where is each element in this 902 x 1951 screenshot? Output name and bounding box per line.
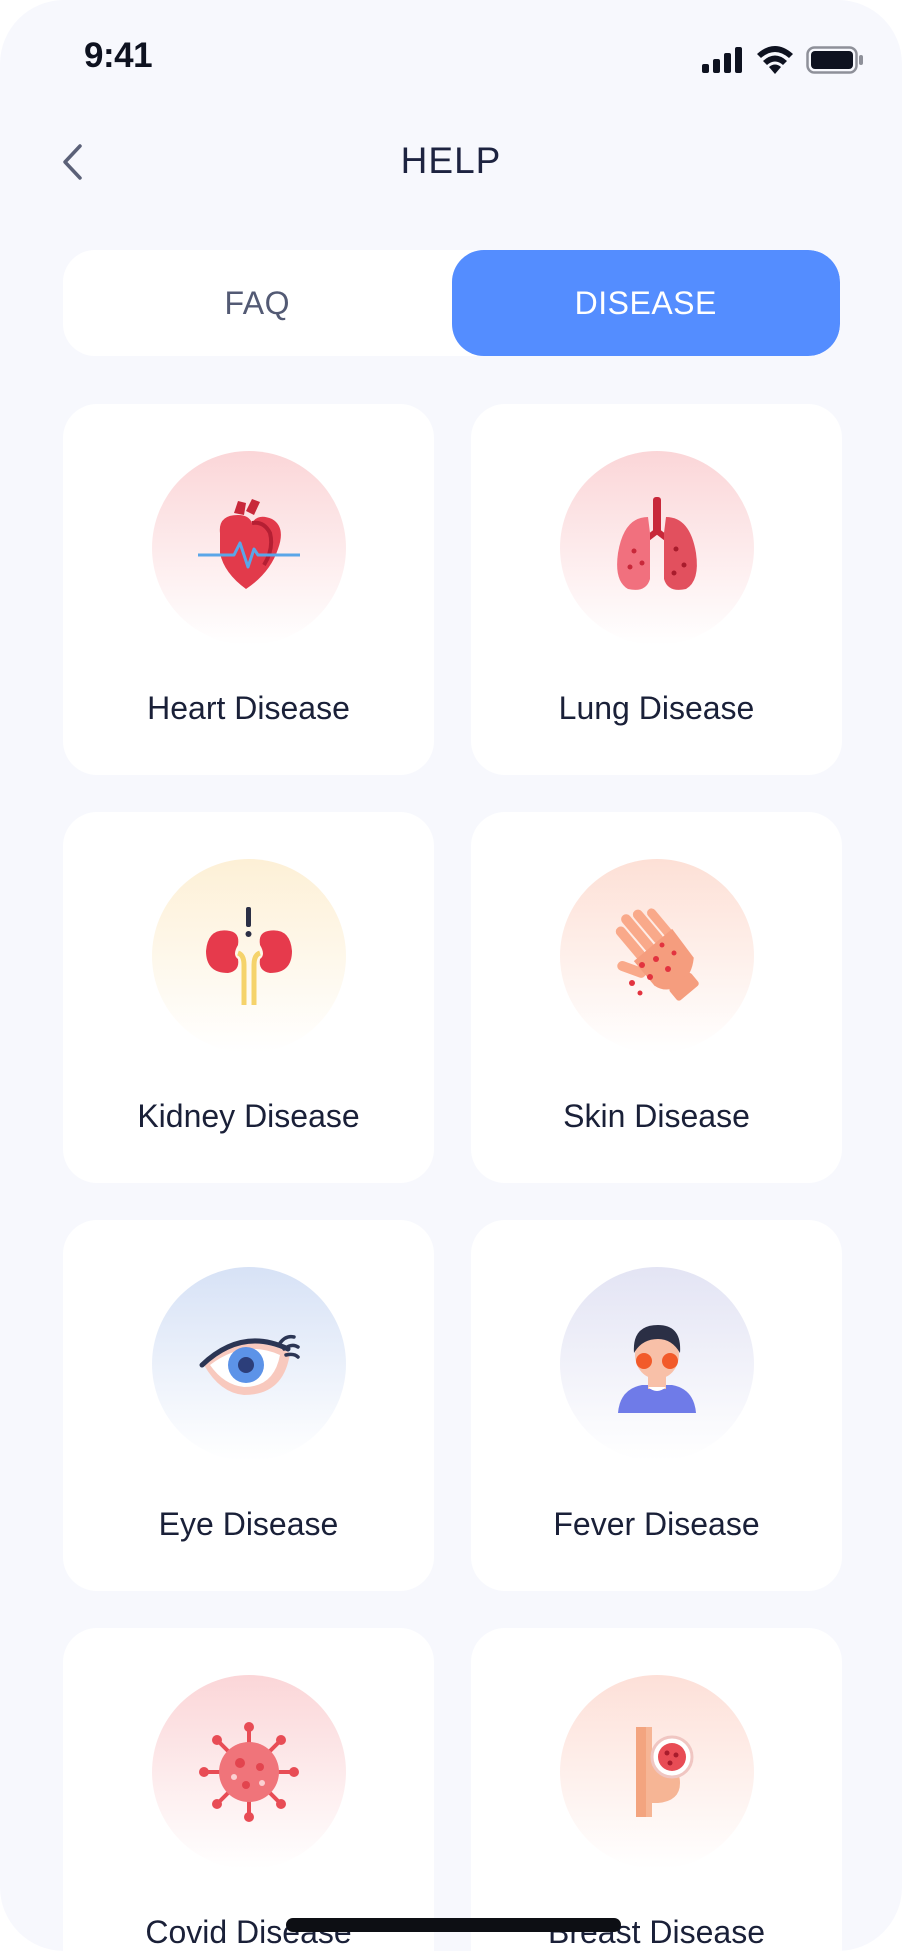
app-screen: 9:41 HELP FAQ DISEASE Heart Disease Lung… [0,0,902,1951]
page-title: HELP [400,140,502,181]
disease-card-skin[interactable]: Skin Disease [471,812,842,1183]
status-time: 9:41 [84,36,153,75]
disease-card-breast[interactable]: Breast Disease [471,1628,842,1951]
card-label: Lung Disease [558,690,755,726]
disease-card-covid[interactable]: Covid Disease [63,1628,434,1951]
signal-icon [702,47,742,73]
tab-disease[interactable]: DISEASE [451,250,840,356]
disease-card-fever[interactable]: Fever Disease [471,1220,842,1591]
tab-bar: FAQ DISEASE [63,250,840,356]
breast-icon [636,1727,694,1817]
disease-card-lung[interactable]: Lung Disease [471,404,842,775]
eye-icon [199,1334,300,1395]
card-label: Heart Disease [147,690,350,726]
card-label: Kidney Disease [137,1098,360,1134]
lungs-icon [617,497,697,590]
skin-hand-icon [615,908,699,1001]
disease-card-eye[interactable]: Eye Disease [63,1220,434,1591]
fever-person-icon [618,1325,696,1413]
tab-faq[interactable]: FAQ [63,250,452,356]
card-label: Fever Disease [553,1506,760,1542]
disease-card-kidney[interactable]: Kidney Disease [63,812,434,1183]
kidney-icon [206,907,292,1005]
card-label: Skin Disease [563,1098,750,1134]
disease-card-heart[interactable]: Heart Disease [63,404,434,775]
status-icons [702,44,864,76]
card-label: Eye Disease [158,1506,339,1542]
battery-icon [806,46,863,74]
wifi-icon [757,46,793,74]
home-indicator[interactable] [286,1918,621,1932]
heart-icon [198,499,300,589]
virus-icon [199,1722,299,1822]
